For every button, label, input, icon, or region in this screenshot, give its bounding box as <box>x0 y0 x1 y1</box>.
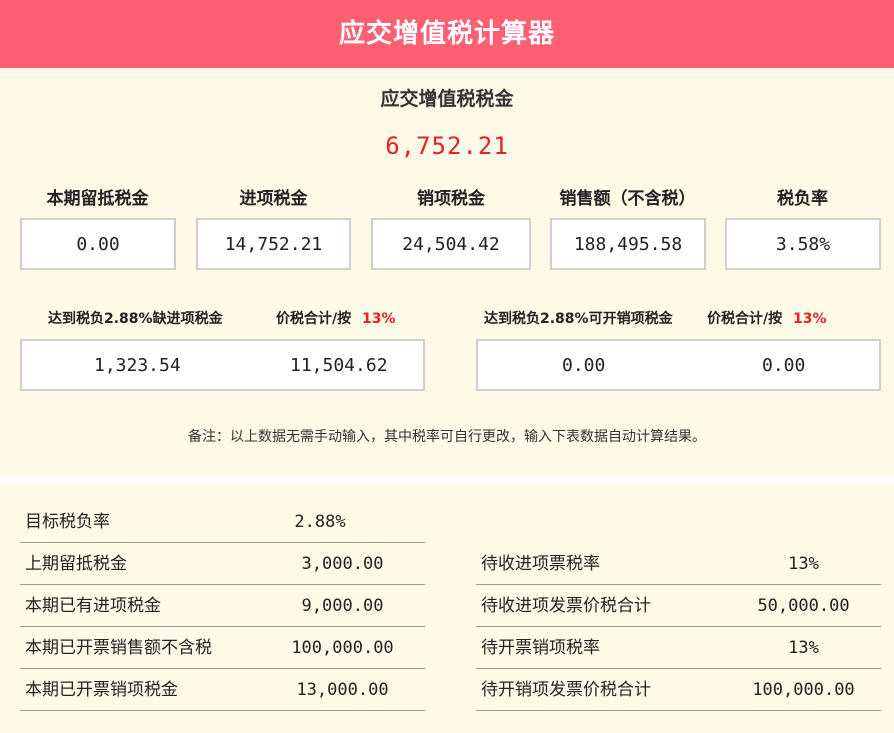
sales-amount-value: 188,495.58 <box>550 218 706 270</box>
input-row-invoiced-sales[interactable]: 本期已开票销售额不含税 100,000.00 <box>20 628 425 669</box>
input-value[interactable]: 13% <box>746 544 861 584</box>
input-row-pending-output-total[interactable]: 待开销项发票价税合计 100,000.00 <box>476 670 881 711</box>
shortfall-input-price-group: 价税合计/按 13% <box>276 308 396 328</box>
input-label: 本期已开票销售额不含税 <box>25 638 212 658</box>
output-tax-value: 24,504.42 <box>371 218 531 270</box>
input-label: 待收进项票税率 <box>481 554 600 574</box>
shortfall-input-box: 1,323.54 11,504.62 <box>20 339 425 391</box>
input-label: 本期已有进项税金 <box>25 596 161 616</box>
label-tax-burden-rate: 税负率 <box>777 189 828 209</box>
results-panel <box>0 68 894 476</box>
input-row-prior-retained[interactable]: 上期留抵税金 3,000.00 <box>20 544 425 585</box>
label-input-tax: 进项税金 <box>239 189 308 209</box>
input-rate-value: 13% <box>362 311 396 327</box>
input-value[interactable]: 13% <box>746 628 861 668</box>
input-row-pending-input-rate[interactable]: 待收进项票税率 13% <box>476 544 881 585</box>
label-sales-amount: 销售额（不含税） <box>559 189 696 209</box>
shortfall-output-label: 达到税负2.88%可开销项税金 <box>484 311 673 327</box>
input-value[interactable]: 50,000.00 <box>726 586 881 626</box>
input-value[interactable]: 100,000.00 <box>270 628 415 668</box>
input-row-pending-output-rate[interactable]: 待开票销项税率 13% <box>476 628 881 669</box>
shortfall-input-price-value: 11,504.62 <box>290 354 388 376</box>
shortfall-output-price-value: 0.00 <box>762 354 806 376</box>
label-output-tax: 销项税金 <box>417 189 485 209</box>
input-value[interactable]: 3,000.00 <box>270 544 415 584</box>
input-label: 目标税负率 <box>25 512 110 532</box>
input-label: 待开销项发票价税合计 <box>481 680 651 700</box>
tax-burden-rate-value: 3.58% <box>725 218 881 270</box>
input-row-target-rate[interactable]: 目标税负率 2.88% <box>20 502 425 543</box>
input-value[interactable]: 13,000.00 <box>270 670 415 710</box>
input-row-invoiced-output-tax[interactable]: 本期已开票销项税金 13,000.00 <box>20 670 425 711</box>
input-tax-value: 14,752.21 <box>196 218 351 270</box>
shortfall-input-tax-value: 1,323.54 <box>94 354 181 376</box>
shortfall-output-box: 0.00 0.00 <box>476 339 881 391</box>
input-label: 待开票销项税率 <box>481 638 600 658</box>
input-label: 待收进项发票价税合计 <box>481 596 651 616</box>
input-label: 本期已开票销项税金 <box>25 680 178 700</box>
shortfall-input-label: 达到税负2.88%缺进项税金 <box>48 311 223 327</box>
shortfall-output-tax-value: 0.00 <box>562 354 606 376</box>
price-total-label: 价税合计/按 <box>276 311 352 327</box>
input-value[interactable]: 9,000.00 <box>270 586 415 626</box>
input-value[interactable]: 2.88% <box>270 502 370 542</box>
price-total-label: 价税合计/按 <box>707 311 783 327</box>
summary-title: 应交增值税税金 <box>380 88 514 110</box>
input-label: 上期留抵税金 <box>25 554 127 574</box>
app-title: 应交增值税计算器 <box>0 0 894 68</box>
note-text: 备注：以上数据无需手动输入，其中税率可自行更改，输入下表数据自动计算结果。 <box>188 429 706 445</box>
total-tax-value: 6,752.21 <box>385 132 509 160</box>
input-row-pending-input-total[interactable]: 待收进项发票价税合计 50,000.00 <box>476 586 881 627</box>
label-retained-tax: 本期留抵税金 <box>46 189 149 209</box>
input-value[interactable]: 100,000.00 <box>726 670 881 710</box>
retained-tax-value: 0.00 <box>20 218 176 270</box>
shortfall-output-price-group: 价税合计/按 13% <box>707 308 827 328</box>
input-row-existing-input-tax[interactable]: 本期已有进项税金 9,000.00 <box>20 586 425 627</box>
output-rate-value: 13% <box>793 311 827 327</box>
